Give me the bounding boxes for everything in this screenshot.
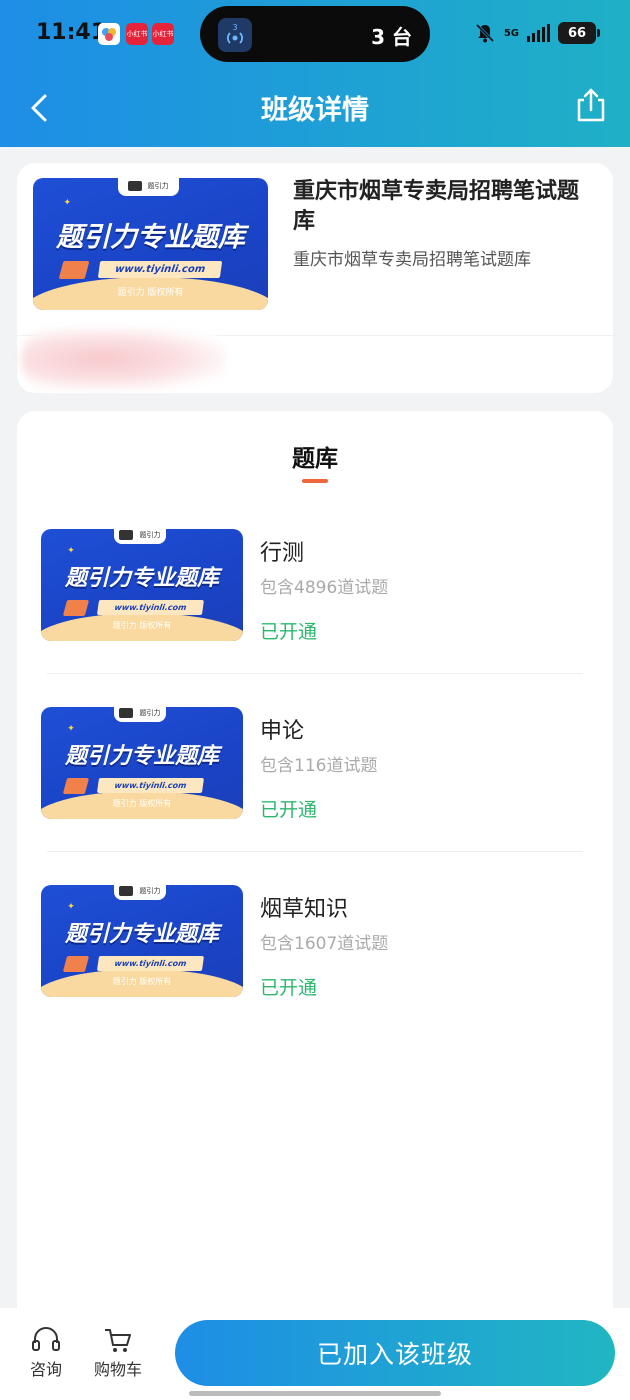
class-subtitle: 重庆市烟草专卖局招聘笔试题库	[293, 250, 531, 270]
divider	[47, 673, 583, 674]
bottom-action-bar: 咨询 购物车 已加入该班级	[0, 1308, 630, 1400]
question-bank-card: 题库 题引力 ✦ 题引力专业题库 www.tiyinli.com 题引力 版权所…	[17, 411, 613, 1316]
question-bank-item[interactable]: 题引力 ✦ 题引力专业题库 www.tiyinli.com 题引力 版权所有 烟…	[17, 885, 613, 1063]
xiaohongshu-icon: 小红书	[152, 23, 174, 45]
class-title: 重庆市烟草专卖局招聘笔试题库	[293, 179, 580, 234]
dynamic-island[interactable]: 3 3 台	[200, 6, 430, 62]
island-device-count: 3 台	[371, 25, 412, 49]
class-info-card: 题引力 ✦ 题引力专业题库 www.tiyinli.com 题引力 版权所有 重…	[17, 163, 613, 393]
bell-muted-icon	[475, 23, 494, 43]
blurred-region	[21, 328, 226, 390]
cart-label: 购物车	[93, 1360, 142, 1379]
question-count: 包含116道试题	[260, 756, 378, 776]
star-icon: ✦	[63, 197, 72, 208]
thumbnail-copyright: 题引力 版权所有	[117, 287, 184, 298]
question-count: 包含1607道试题	[260, 934, 389, 954]
status-label: 已开通	[260, 977, 318, 999]
status-label: 已开通	[260, 621, 318, 643]
book-icon	[63, 777, 90, 794]
star-icon: ✦	[67, 723, 75, 734]
network-type: 5G	[503, 27, 519, 39]
consult-label: 咨询	[29, 1360, 62, 1379]
status-indicators: 5G 66	[474, 22, 600, 44]
home-indicator	[189, 1391, 441, 1396]
svg-text:3: 3	[232, 23, 237, 32]
question-bank-item[interactable]: 题引力 ✦ 题引力专业题库 www.tiyinli.com 题引力 版权所有 申…	[17, 707, 613, 885]
book-icon	[63, 599, 90, 616]
status-bar: 11:41 小红书 小红书 3 3 台 5G 66	[0, 0, 630, 68]
book-icon	[63, 955, 90, 972]
section-underline	[302, 479, 328, 483]
status-time: 11:41	[36, 20, 107, 45]
question-bank-item[interactable]: 题引力 ✦ 题引力专业题库 www.tiyinli.com 题引力 版权所有 行…	[17, 529, 613, 707]
cart-button[interactable]: 购物车	[88, 1326, 148, 1380]
star-icon: ✦	[67, 901, 75, 912]
consult-button[interactable]: 咨询	[16, 1326, 76, 1380]
class-thumbnail: 题引力 ✦ 题引力专业题库 www.tiyinli.com 题引力 版权所有	[33, 178, 268, 310]
battery-icon: 66	[558, 22, 600, 44]
question-bank-name: 申论	[260, 719, 305, 744]
signal-icon	[527, 24, 550, 42]
headset-icon	[32, 1327, 60, 1351]
divider	[47, 851, 583, 852]
question-bank-thumbnail: 题引力 ✦ 题引力专业题库 www.tiyinli.com 题引力 版权所有	[41, 707, 243, 819]
status-label: 已开通	[260, 799, 318, 821]
broadcast-icon: 3	[218, 18, 252, 52]
thumbnail-tab: 题引力	[117, 178, 179, 196]
join-class-button[interactable]: 已加入该班级	[175, 1320, 615, 1386]
share-icon	[577, 88, 605, 122]
star-icon: ✦	[67, 545, 75, 556]
question-count: 包含4896道试题	[260, 578, 389, 598]
thumbnail-url: www.tiyinli.com	[97, 261, 223, 279]
thumbnail-headline: 题引力专业题库	[56, 221, 245, 253]
cart-icon	[105, 1329, 131, 1352]
page-title: 班级详情	[261, 95, 369, 126]
share-button[interactable]	[574, 86, 608, 124]
xiaohongshu-icon: 小红书	[126, 23, 148, 45]
app-notification-icon	[98, 23, 120, 45]
section-title: 题库	[292, 446, 338, 472]
question-bank-name: 行测	[260, 541, 305, 566]
book-icon	[58, 261, 90, 280]
question-bank-thumbnail: 题引力 ✦ 题引力专业题库 www.tiyinli.com 题引力 版权所有	[41, 885, 243, 997]
question-bank-name: 烟草知识	[260, 897, 349, 922]
question-bank-thumbnail: 题引力 ✦ 题引力专业题库 www.tiyinli.com 题引力 版权所有	[41, 529, 243, 641]
